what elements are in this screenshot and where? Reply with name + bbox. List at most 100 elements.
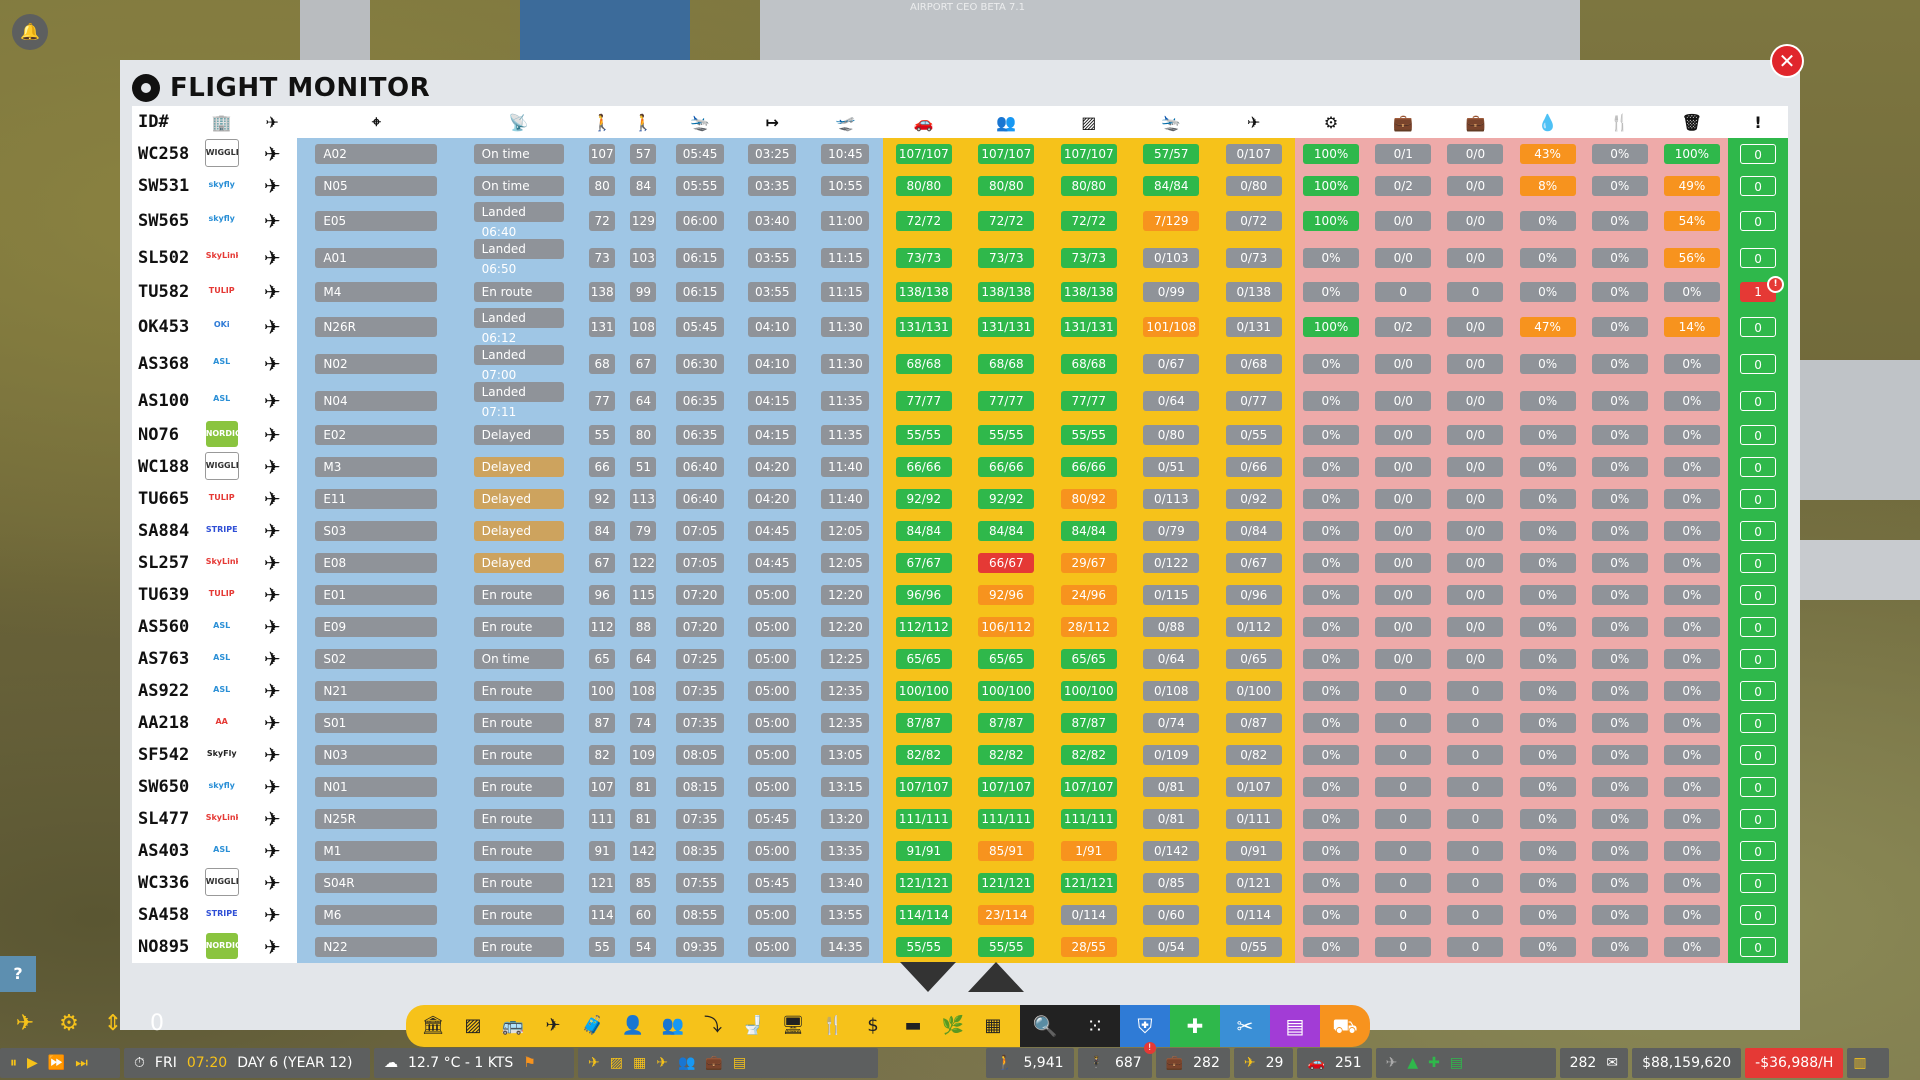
flight-id[interactable]: SL257: [132, 547, 196, 579]
table-row[interactable]: WC336 WIGGLEY ✈ S04R En route 121 85 07:…: [132, 867, 1788, 899]
stand-label[interactable]: N04: [315, 390, 438, 411]
flight-id[interactable]: SF542: [132, 739, 196, 771]
zone-overlay-icon[interactable]: ▨: [610, 1055, 623, 1071]
stand-label[interactable]: A01: [315, 247, 438, 268]
alert-count[interactable]: 0: [1740, 247, 1777, 268]
table-row[interactable]: NO76 NORDIC ✈ E02 Delayed 55 80 06:35 04…: [132, 419, 1788, 451]
alert-count[interactable]: 0: [1740, 905, 1777, 925]
turnaround-icon[interactable]: ↦: [736, 106, 809, 138]
alert-count[interactable]: 0: [1740, 809, 1777, 829]
seating-icon[interactable]: ▬: [900, 1013, 926, 1039]
table-row[interactable]: SA458 STRIPE ✈ M6 En route 114 60 08:55 …: [132, 899, 1788, 931]
fast-icon[interactable]: ⏩: [48, 1055, 65, 1071]
alert-count[interactable]: 0: [1740, 873, 1777, 893]
flights-count[interactable]: ✈ 29: [1233, 1048, 1294, 1078]
runway-icon[interactable]: ✈: [540, 1013, 566, 1039]
alert-count[interactable]: 0: [1740, 144, 1777, 164]
flight-overlay-icon[interactable]: ✈: [588, 1055, 600, 1071]
table-row[interactable]: AA218 AA ✈ S01 En route 87 74 07:35 05:0…: [132, 707, 1788, 739]
mail-count[interactable]: 282 ✉: [1559, 1048, 1629, 1078]
table-row[interactable]: OK453 OKi ✈ N26R Landed 06:12 131 108 05…: [132, 308, 1788, 345]
flight-id[interactable]: SL502: [132, 239, 196, 276]
bags-count[interactable]: 💼 282: [1155, 1048, 1230, 1078]
departure-time-icon[interactable]: 🛫: [808, 106, 883, 138]
flight-id[interactable]: AS922: [132, 675, 196, 707]
table-row[interactable]: TU665 TULIP ✈ E11 Delayed 92 113 06:40 0…: [132, 483, 1788, 515]
stand-label[interactable]: M1: [315, 841, 438, 861]
status-icon[interactable]: 📡: [455, 106, 582, 138]
cleaning-icon[interactable]: 🗑: [1655, 106, 1729, 138]
desk-icon[interactable]: 🖥: [780, 1013, 806, 1039]
stand-label[interactable]: E02: [315, 425, 438, 445]
stand-label[interactable]: M6: [315, 905, 438, 925]
play-icon[interactable]: ▶: [27, 1055, 38, 1071]
bags-out-icon[interactable]: 💼: [1439, 106, 1512, 138]
flight-id[interactable]: AS403: [132, 835, 196, 867]
header-id[interactable]: ID#: [132, 106, 196, 138]
stand-label[interactable]: N01: [315, 777, 438, 797]
flight-id[interactable]: AS763: [132, 643, 196, 675]
settings-gear-icon[interactable]: ⚙: [52, 1007, 86, 1041]
alert-count[interactable]: 0: [1740, 841, 1777, 861]
table-row[interactable]: SL257 SkyLink ✈ E08 Delayed 67 122 07:05…: [132, 547, 1788, 579]
flight-id[interactable]: TU665: [132, 483, 196, 515]
finance-icon[interactable]: $: [860, 1013, 886, 1039]
boarding-icon[interactable]: ▨: [1047, 106, 1131, 138]
close-button[interactable]: ✕: [1772, 46, 1802, 76]
table-row[interactable]: TU639 TULIP ✈ E01 En route 96 115 07:20 …: [132, 579, 1788, 611]
economy-icon[interactable]: ▤: [1270, 1005, 1320, 1047]
stand-label[interactable]: E05: [315, 210, 438, 231]
stand-label[interactable]: S02: [315, 649, 438, 669]
baggage-icon[interactable]: 🧳: [580, 1013, 606, 1039]
checked-in-icon[interactable]: 🚗: [882, 106, 966, 138]
table-row[interactable]: AS368 ASL ✈ N02 Landed 07:00 68 67 06:30…: [132, 345, 1788, 382]
help-button[interactable]: ?: [0, 956, 36, 992]
stand-label[interactable]: E01: [315, 585, 438, 605]
staff-count[interactable]: 🕴 687 !: [1077, 1042, 1156, 1078]
alert-count[interactable]: 0: [1740, 353, 1777, 374]
fuel-icon[interactable]: 💧: [1511, 106, 1584, 138]
flight-id[interactable]: SW650: [132, 771, 196, 803]
notification-bell-icon[interactable]: 🔔: [12, 14, 48, 50]
pause-icon[interactable]: ⏸: [10, 1055, 17, 1071]
money-balance[interactable]: $88,159,620: [1632, 1048, 1742, 1078]
alert-count[interactable]: 0: [1740, 553, 1777, 573]
table-row[interactable]: WC258 WIGGLEY ✈ A02 On time 107 57 05:45…: [132, 138, 1788, 170]
decor-icon[interactable]: 🌿: [940, 1013, 966, 1039]
stand-label[interactable]: M3: [315, 457, 438, 477]
flights-toggle-icon[interactable]: ✈: [8, 1007, 42, 1041]
flight-id[interactable]: NO76: [132, 419, 196, 451]
alert-icon[interactable]: !: [1728, 106, 1788, 138]
stand-label[interactable]: E08: [315, 553, 438, 573]
scroll-up-button[interactable]: [968, 962, 1024, 992]
zone-icon[interactable]: ▨: [460, 1013, 486, 1039]
stand-label[interactable]: N22: [315, 937, 438, 957]
table-row[interactable]: SF542 SkyFly ✈ N03 En route 82 109 08:05…: [132, 739, 1788, 771]
airline-icon[interactable]: 🏢: [195, 106, 248, 138]
plane-overlay-icon[interactable]: ✈: [656, 1055, 668, 1071]
alert-count[interactable]: 0: [1740, 585, 1777, 605]
departing-passengers-icon[interactable]: 🚶: [622, 106, 664, 138]
vehicles-count[interactable]: 🚗 251: [1297, 1048, 1372, 1078]
table-row[interactable]: SW565 skyfly ✈ E05 Landed 06:40 72 129 0…: [132, 202, 1788, 239]
stand-label[interactable]: M4: [315, 282, 438, 302]
stand-label[interactable]: N26R: [315, 316, 438, 337]
staff-icon[interactable]: 👤: [620, 1013, 646, 1039]
table-row[interactable]: SA884 STRIPE ✈ S03 Delayed 84 79 07:05 0…: [132, 515, 1788, 547]
table-row[interactable]: AS100 ASL ✈ N04 Landed 07:11 77 64 06:35…: [132, 382, 1788, 419]
table-row[interactable]: AS922 ASL ✈ N21 En route 100 108 07:35 0…: [132, 675, 1788, 707]
flight-id[interactable]: AS368: [132, 345, 196, 382]
shield-icon[interactable]: ⛨: [1120, 1005, 1170, 1047]
scroll-down-button[interactable]: [900, 962, 956, 992]
stand-label[interactable]: N21: [315, 681, 438, 701]
flight-id[interactable]: SW565: [132, 202, 196, 239]
alert-count[interactable]: 1!: [1740, 276, 1785, 302]
alert-count[interactable]: 0: [1740, 390, 1777, 411]
flight-id[interactable]: NO895: [132, 931, 196, 963]
aircraft-type-icon[interactable]: ✈: [247, 106, 297, 138]
stand-label[interactable]: S01: [315, 713, 438, 733]
alert-count[interactable]: 0: [1740, 457, 1777, 477]
terminal-build-icon[interactable]: 🏛: [420, 1013, 446, 1039]
flight-id[interactable]: OK453: [132, 308, 196, 345]
alert-count[interactable]: 0: [1740, 617, 1777, 637]
